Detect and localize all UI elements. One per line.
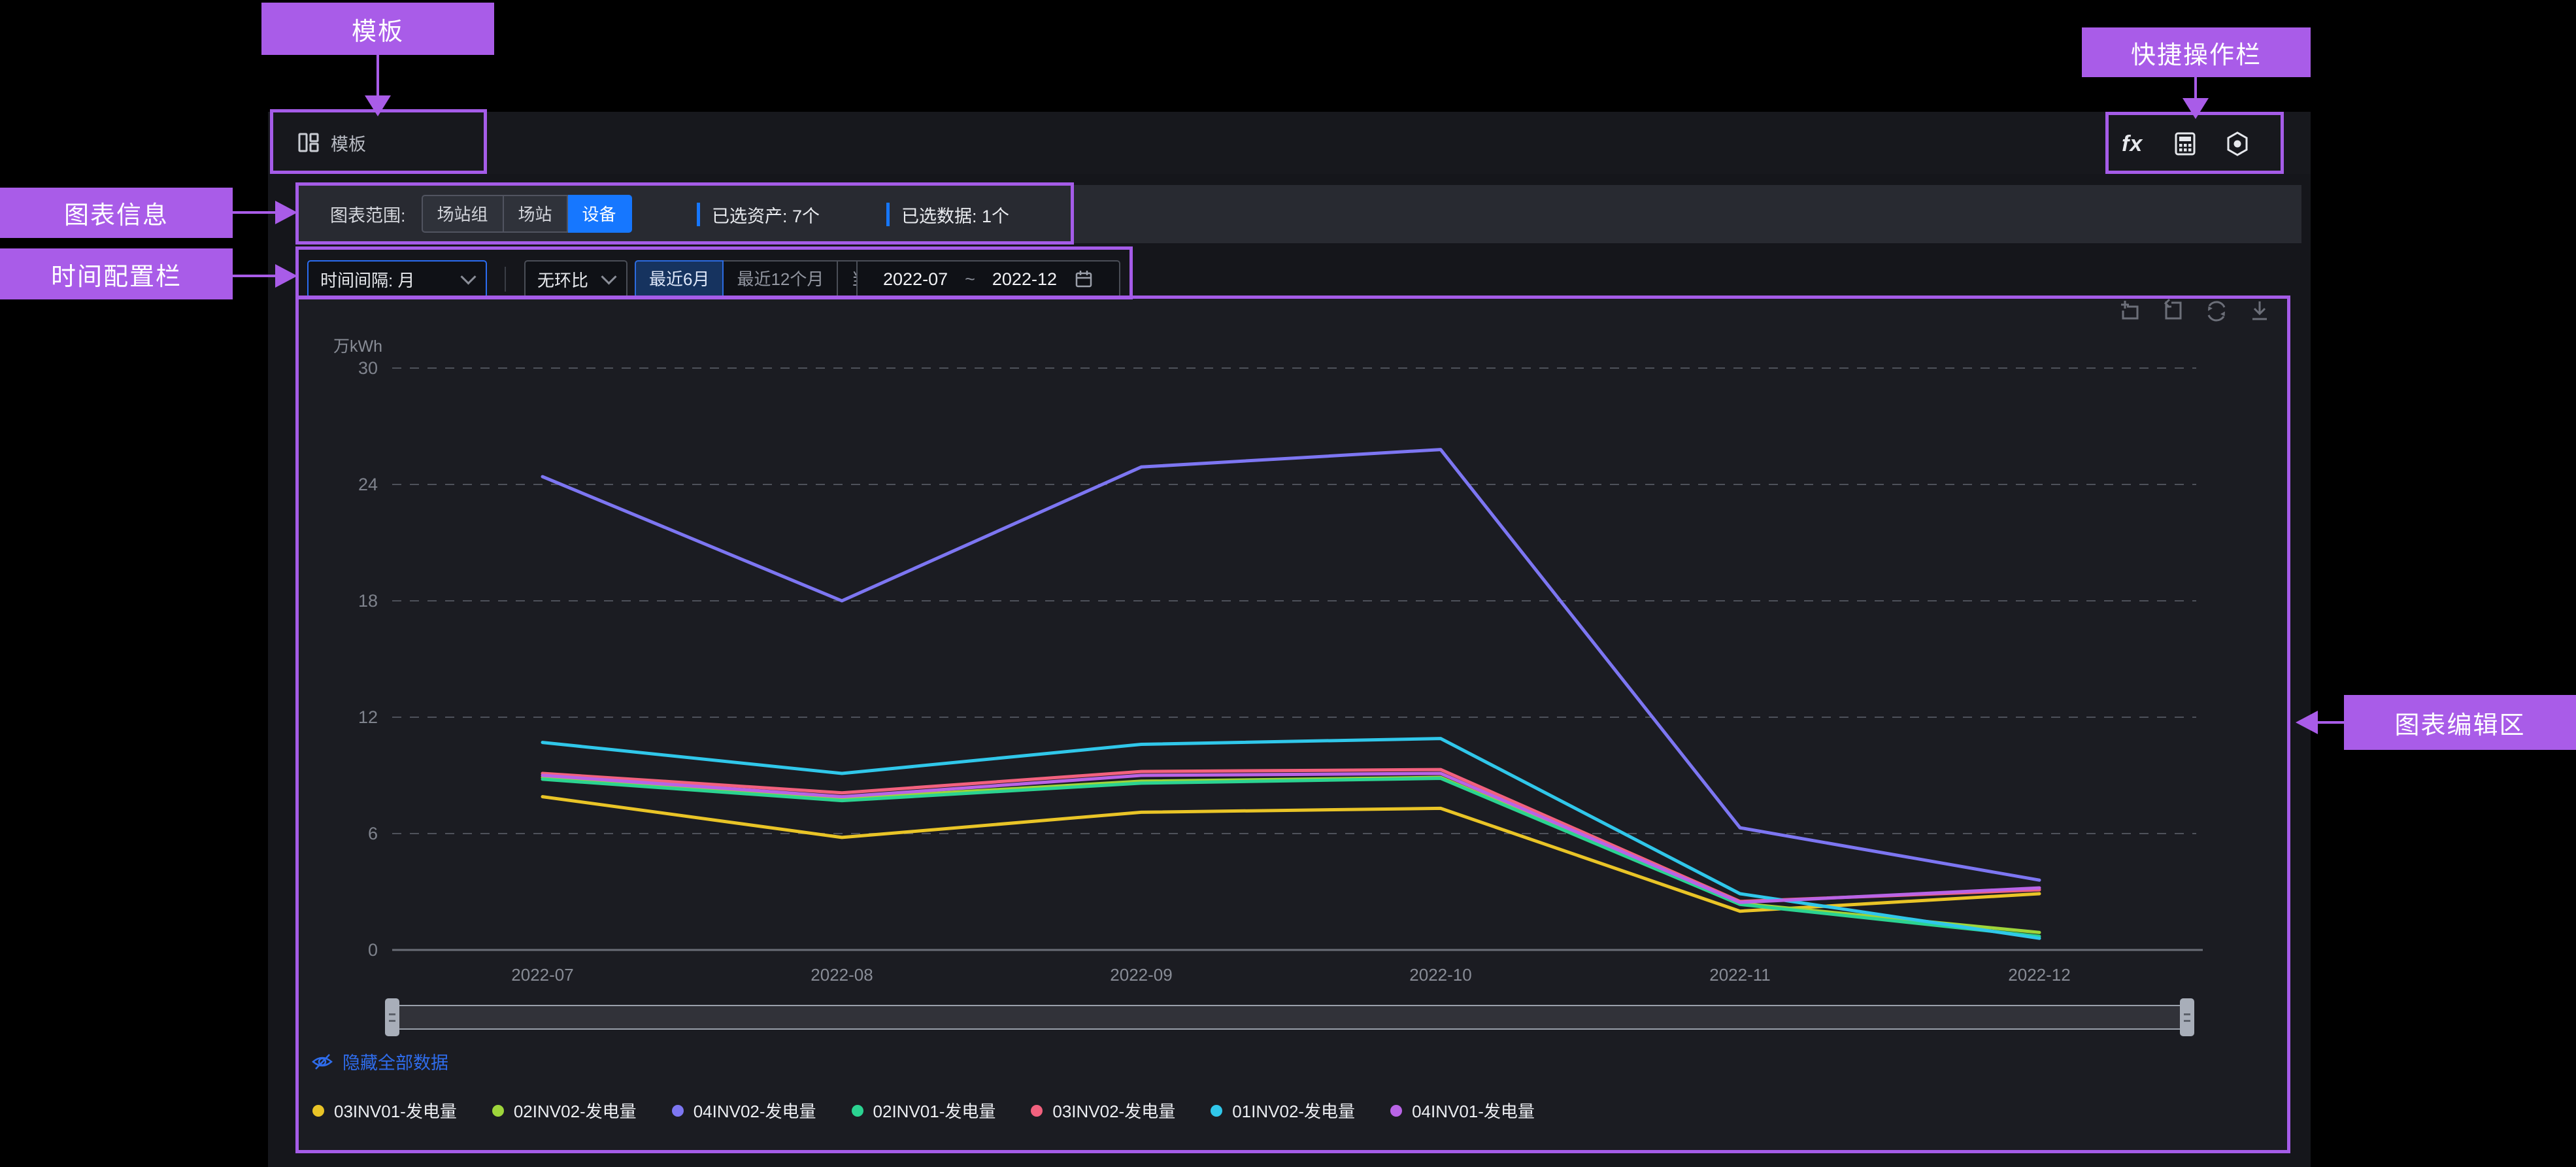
series-line-02INV01-发电量 bbox=[543, 779, 2039, 937]
callout-quick-actions-arrowhead bbox=[2183, 98, 2209, 119]
range-option-0[interactable]: 最近6月 bbox=[635, 260, 724, 298]
compare-value: 无环比 bbox=[537, 267, 588, 292]
selected-assets: 已选资产: 7个 bbox=[697, 202, 820, 227]
callout-template-arrow-line bbox=[376, 55, 379, 95]
y-tick-label: 30 bbox=[358, 358, 378, 378]
date-range-picker[interactable]: 2022-07 ~ 2022-12 bbox=[856, 260, 1120, 298]
settings-icon[interactable] bbox=[2224, 130, 2251, 158]
series-line-03INV02-发电量 bbox=[543, 770, 2039, 902]
x-tick-label: 2022-07 bbox=[511, 965, 573, 985]
series-line-03INV01-发电量 bbox=[543, 797, 2039, 911]
interval-select[interactable]: 时间间隔: 月 bbox=[307, 260, 487, 298]
callout-chart-info-arrowhead bbox=[275, 201, 297, 224]
scope-option-1[interactable]: 场站 bbox=[504, 195, 568, 233]
scope-button-group: 场站组场站设备 bbox=[422, 195, 632, 233]
x-tick-label: 2022-10 bbox=[1409, 965, 1471, 985]
top-bar bbox=[268, 112, 2311, 174]
callout-quick-actions-arrow-line bbox=[2194, 77, 2197, 98]
date-end: 2022-12 bbox=[992, 269, 1057, 290]
y-tick-label: 6 bbox=[368, 824, 378, 843]
scope-option-2[interactable]: 设备 bbox=[568, 195, 632, 233]
series-line-02INV02-发电量 bbox=[543, 777, 2039, 932]
callout-quick-actions-label: 快捷操作栏 bbox=[2082, 27, 2311, 77]
selected-data: 已选数据: 1个 bbox=[886, 202, 1009, 227]
callout-time-config-arrowhead bbox=[275, 264, 297, 288]
callout-chart-editor-arrowhead bbox=[2296, 711, 2318, 734]
compare-select[interactable]: 无环比 bbox=[524, 260, 627, 298]
template-menu[interactable]: 模板 bbox=[297, 122, 366, 163]
callout-template-label: 模板 bbox=[261, 3, 494, 55]
x-tick-label: 2022-11 bbox=[1709, 965, 1771, 985]
y-tick-label: 24 bbox=[358, 475, 378, 494]
callout-time-config-label: 时间配置栏 bbox=[0, 248, 233, 299]
calendar-icon bbox=[1074, 269, 1094, 289]
y-tick-label: 0 bbox=[368, 940, 378, 960]
x-tick-label: 2022-12 bbox=[2008, 965, 2070, 985]
callout-time-config-arrow-line bbox=[233, 275, 276, 277]
quick-action-bar: fx bbox=[2118, 126, 2251, 162]
line-chart: 0 6 12 18 24 30 万kWh 2022-07 2022-08 2022-09 2022-… bbox=[295, 296, 2289, 1153]
formula-icon[interactable]: fx bbox=[2118, 131, 2147, 157]
interval-value: 时间间隔: 月 bbox=[320, 267, 414, 292]
series-line-04INV02-发电量 bbox=[543, 450, 2039, 881]
callout-chart-editor-label: 图表编辑区 bbox=[2344, 695, 2576, 750]
divider bbox=[505, 267, 506, 292]
callout-template-arrowhead bbox=[365, 95, 391, 116]
series-line-04INV01-发电量 bbox=[543, 773, 2039, 902]
y-tick-label: 12 bbox=[358, 707, 378, 727]
x-tick-label: 2022-08 bbox=[811, 965, 873, 985]
y-axis-unit: 万kWh bbox=[333, 337, 382, 356]
template-label: 模板 bbox=[331, 130, 366, 156]
calculator-icon[interactable] bbox=[2171, 130, 2199, 158]
chevron-down-icon bbox=[601, 269, 616, 284]
scope-option-0[interactable]: 场站组 bbox=[422, 195, 504, 233]
x-tick-label: 2022-09 bbox=[1110, 965, 1172, 985]
scope-label: 图表范围: bbox=[330, 201, 406, 227]
callout-chart-editor-arrow-line bbox=[2317, 721, 2344, 724]
accent-bar bbox=[697, 203, 700, 226]
callout-chart-info-label: 图表信息 bbox=[0, 188, 233, 238]
template-icon bbox=[297, 131, 320, 154]
chevron-down-icon bbox=[460, 269, 476, 284]
date-separator: ~ bbox=[965, 269, 975, 290]
selected-assets-text: 已选资产: 7个 bbox=[712, 202, 820, 228]
date-start: 2022-07 bbox=[883, 269, 948, 290]
callout-chart-info-arrow-line bbox=[233, 211, 276, 214]
y-tick-label: 18 bbox=[358, 591, 378, 611]
accent-bar bbox=[886, 203, 890, 226]
range-option-1[interactable]: 最近12个月 bbox=[724, 260, 838, 298]
selected-data-text: 已选数据: 1个 bbox=[901, 202, 1009, 228]
